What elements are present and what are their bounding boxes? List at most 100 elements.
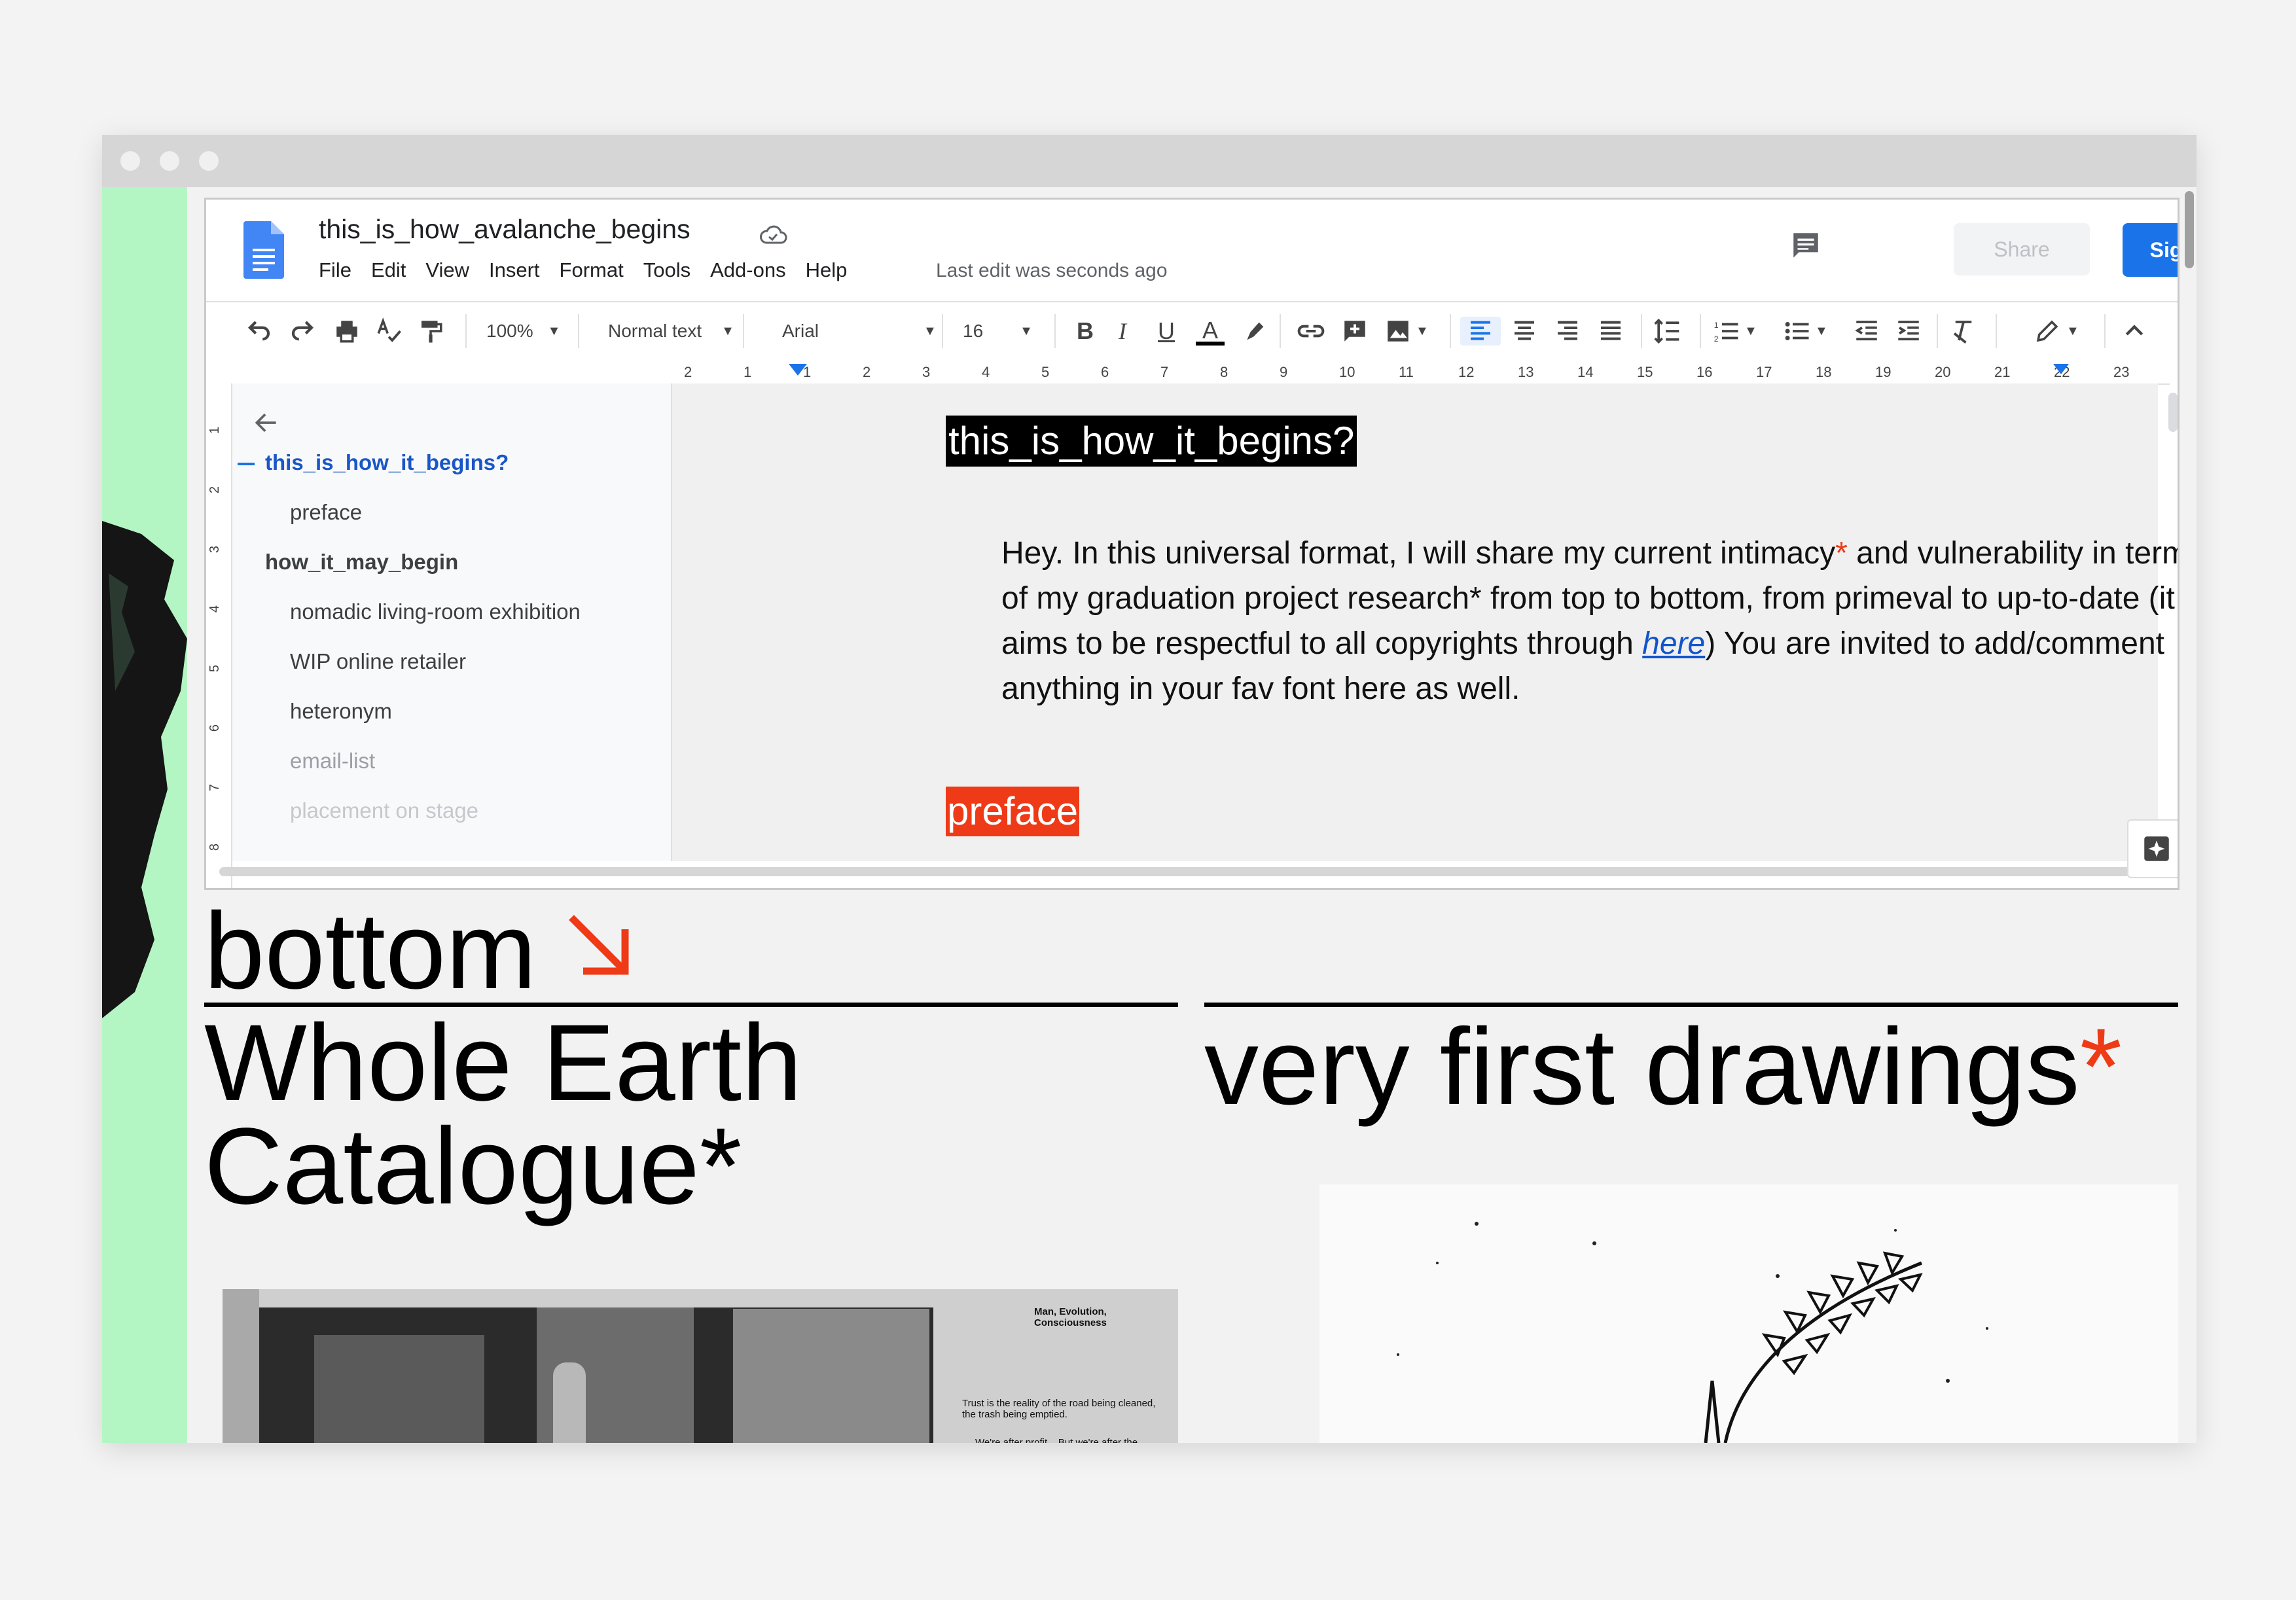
font-select[interactable]: Arial ▼ xyxy=(782,317,937,346)
outline-item-preface[interactable]: preface xyxy=(290,500,362,525)
undo-icon[interactable] xyxy=(245,317,273,346)
ruler-number: 10 xyxy=(1339,364,1355,380)
menu-format[interactable]: Format xyxy=(560,258,624,282)
whole-earth-catalogue-image[interactable]: Man, Evolution, Consciousness Trust is t… xyxy=(223,1289,1178,1443)
menu-help[interactable]: Help xyxy=(806,258,848,282)
increase-indent-icon[interactable] xyxy=(1895,317,1922,346)
chevron-down-icon: ▼ xyxy=(1416,323,1429,338)
very-first-drawings-image[interactable] xyxy=(1319,1184,2178,1443)
vertical-ruler-number: 1 xyxy=(207,426,223,435)
comment-history-icon[interactable] xyxy=(1789,229,1822,262)
outline-item-nomadic-living-room[interactable]: nomadic living-room exhibition xyxy=(290,599,581,624)
very-first-drawings-text: very first drawings xyxy=(1204,1006,2080,1128)
arrow-down-right-icon[interactable] xyxy=(564,910,636,982)
document-title[interactable]: this_is_how_avalanche_begins xyxy=(319,214,691,245)
bulleted-list-icon[interactable]: ▼ xyxy=(1784,317,1828,346)
magazine-more-text: We're after profit... But we're after th… xyxy=(975,1437,1146,1443)
heading-preface[interactable]: preface xyxy=(946,787,1080,836)
text-color-icon[interactable]: A xyxy=(1196,317,1225,346)
align-left-icon[interactable] xyxy=(1460,317,1501,346)
chevron-down-icon: ▼ xyxy=(2066,323,2079,338)
outline-item-heteronym[interactable]: heteronym xyxy=(290,699,392,724)
explore-button[interactable] xyxy=(2127,819,2178,878)
docs-horizontal-scrollbar[interactable] xyxy=(219,867,2130,876)
back-arrow-icon[interactable] xyxy=(252,408,281,437)
window-maximize-dot[interactable] xyxy=(199,151,219,171)
outline-item-this-is-how-it-begins[interactable]: this_is_how_it_begins? xyxy=(265,450,509,475)
align-center-icon[interactable] xyxy=(1511,317,1537,346)
red-asterisk: * xyxy=(1835,536,1848,571)
menu-tools[interactable]: Tools xyxy=(643,258,691,282)
horizontal-ruler: 2 1 1 2 3 4 5 6 7 8 9 10 11 12 13 14 15 16 17 18 19 20 21 22 23 xyxy=(206,360,2178,385)
decrease-indent-icon[interactable] xyxy=(1853,317,1880,346)
sign-in-button[interactable]: Sign in xyxy=(2123,223,2178,277)
horizontal-ruler-track[interactable]: 2 1 1 2 3 4 5 6 7 8 9 10 11 12 13 14 15 16 17 18 19 20 21 22 23 xyxy=(671,360,2170,385)
right-indent-marker[interactable] xyxy=(2053,364,2069,374)
italic-icon[interactable]: I xyxy=(1119,317,1126,346)
outline-item-wip-online-retailer[interactable]: WIP online retailer xyxy=(290,649,466,674)
chevron-up-icon[interactable] xyxy=(2121,317,2147,346)
ruler-number: 13 xyxy=(1518,364,1534,380)
ruler-number: 20 xyxy=(1935,364,1951,380)
cloud-saved-icon[interactable] xyxy=(759,224,787,247)
heading-this-is-how-it-begins[interactable]: this_is_how_it_begins? xyxy=(946,416,1357,467)
add-comment-icon[interactable] xyxy=(1341,317,1369,346)
ruler-number: 1 xyxy=(744,364,752,380)
editing-mode-icon[interactable]: ▼ xyxy=(2034,317,2079,346)
font-size-select[interactable]: 16 ▼ xyxy=(963,317,1033,346)
docs-menu-bar: File Edit View Insert Format Tools Add-ons Help xyxy=(319,258,867,282)
very-first-drawings-heading[interactable]: very first drawings* xyxy=(1204,1012,2122,1123)
ruler-number: 6 xyxy=(1101,364,1109,380)
magazine-quote-text: Trust is the reality of the road being c… xyxy=(962,1398,1156,1420)
redo-icon[interactable] xyxy=(289,317,316,346)
menu-addons[interactable]: Add-ons xyxy=(710,258,785,282)
window-titlebar xyxy=(102,135,2197,187)
print-icon[interactable] xyxy=(333,317,361,346)
window-close-dot[interactable] xyxy=(120,151,140,171)
docs-header: this_is_how_avalanche_begins File Edit Vie… xyxy=(206,200,2178,301)
svg-text:1: 1 xyxy=(1714,321,1719,330)
clear-formatting-icon[interactable] xyxy=(1950,317,1977,346)
font-value: Arial xyxy=(782,321,819,341)
chevron-down-icon: ▼ xyxy=(547,323,561,338)
last-edit-status[interactable]: Last edit was seconds ago xyxy=(936,260,1168,282)
line-spacing-icon[interactable] xyxy=(1653,317,1681,346)
vertical-ruler-number: 3 xyxy=(207,545,223,554)
bold-icon[interactable]: B xyxy=(1077,317,1094,346)
vertical-ruler-number: 7 xyxy=(207,783,223,792)
insert-image-icon[interactable]: ▼ xyxy=(1384,317,1429,346)
spellcheck-icon[interactable] xyxy=(375,317,403,346)
page-scrollbar[interactable] xyxy=(2185,191,2194,268)
highlight-icon[interactable] xyxy=(1242,317,1268,346)
chevron-down-icon: ▼ xyxy=(1744,323,1757,338)
insert-link-icon[interactable] xyxy=(1297,317,1325,346)
wheat-drawing xyxy=(1397,1222,1988,1443)
ruler-number: 12 xyxy=(1458,364,1475,380)
whole-earth-catalogue-heading[interactable]: Whole Earth Catalogue* xyxy=(204,1009,1173,1221)
outline-item-placement-on-stage[interactable]: placement on stage xyxy=(290,798,478,823)
zoom-select[interactable]: 100% ▼ xyxy=(486,317,560,346)
justify-icon[interactable] xyxy=(1598,317,1624,346)
align-right-icon[interactable] xyxy=(1554,317,1581,346)
menu-edit[interactable]: Edit xyxy=(371,258,406,282)
paint-format-icon[interactable] xyxy=(417,317,444,346)
ruler-number: 14 xyxy=(1577,364,1594,380)
chevron-down-icon: ▼ xyxy=(1020,323,1033,338)
outline-item-how-it-may-begin[interactable]: how_it_may_begin xyxy=(265,550,458,575)
underline-icon[interactable]: U xyxy=(1158,317,1175,346)
menu-insert[interactable]: Insert xyxy=(489,258,540,282)
ruler-number: 7 xyxy=(1160,364,1169,380)
share-button[interactable]: Share xyxy=(1954,223,2090,276)
menu-file[interactable]: File xyxy=(319,258,351,282)
docs-vertical-scrollbar[interactable] xyxy=(2168,393,2178,432)
ruler-number: 2 xyxy=(684,364,692,380)
outline-item-email-list[interactable]: email-list xyxy=(290,749,375,773)
here-link[interactable]: here xyxy=(1642,626,1705,661)
paragraph-style-select[interactable]: Normal text ▼ xyxy=(608,317,734,346)
left-indent-marker[interactable] xyxy=(789,364,807,376)
window-minimize-dot[interactable] xyxy=(160,151,179,171)
intro-paragraph[interactable]: Hey. In this universal format, I will sh… xyxy=(1001,531,2178,711)
docs-file-icon[interactable] xyxy=(243,221,284,279)
numbered-list-icon[interactable]: 1 2 ▼ xyxy=(1713,317,1757,346)
menu-view[interactable]: View xyxy=(425,258,469,282)
